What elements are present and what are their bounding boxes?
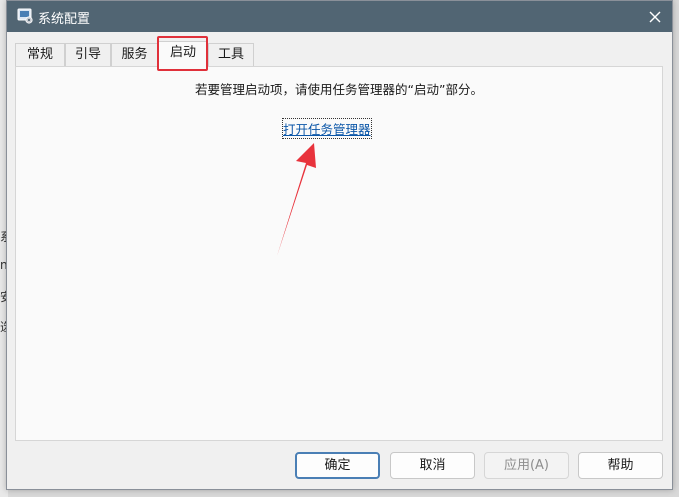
annotation-arrow: [277, 143, 316, 256]
system-config-dialog: 系统配置 常规 引导 服务 启动 工具 若要管理启动项，请使用任务管理器的“启动…: [6, 0, 673, 490]
